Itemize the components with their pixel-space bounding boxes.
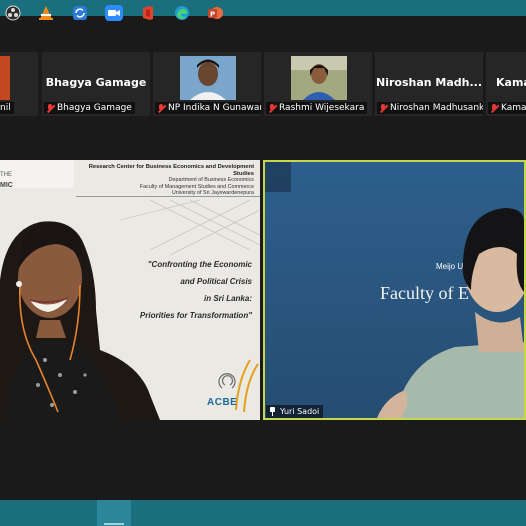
participant-name: Niroshan Madhusank...: [390, 103, 483, 113]
participant-name: Kamal: [501, 103, 526, 113]
slide-header: Research Center for Business Economics a…: [76, 164, 260, 197]
participant-tile[interactable]: NP Indika N Gunawar...: [153, 52, 261, 116]
taskbar: [0, 500, 526, 526]
speaker-name-tag: Yuri Sadoi: [266, 405, 324, 418]
powerpoint-icon[interactable]: P: [205, 3, 225, 23]
slide-divider: [76, 196, 260, 197]
participant-tile[interactable]: Niroshan Madh... Niroshan Madhusank...: [375, 52, 483, 116]
participant-tile[interactable]: Rashmi Wijesekara: [264, 52, 372, 116]
slide-title-line: "Confronting the Economic: [147, 260, 252, 269]
slide-title-line: Priorities for Transformation": [139, 311, 252, 320]
person-photo: [180, 56, 236, 100]
slide-title-line: in Sri Lanka:: [203, 294, 252, 303]
mic-muted-icon: [379, 103, 387, 113]
speaker-name: Yuri Sadoi: [280, 407, 320, 416]
slide-title: "Confronting the Economic and Political …: [128, 256, 252, 324]
participant-caption: Bhagya Gamage: [44, 102, 135, 114]
slide-fragment-text: MIC: [0, 182, 13, 189]
participant-video: [291, 56, 347, 100]
slide-fragment-text: THE: [0, 172, 12, 178]
slide-org-title: Research Center for Business Economics a…: [88, 164, 254, 177]
mic-muted-icon: [268, 103, 276, 113]
slide-faculty: Faculty of Management Studies and Commer…: [139, 183, 254, 190]
participant-caption: Kamal: [488, 102, 526, 114]
slide-department: Department of Business Economics: [168, 177, 254, 184]
participant-caption: Rashmi Wijesekara: [266, 102, 368, 114]
mic-muted-icon: [157, 103, 165, 113]
mic-muted-icon: [46, 103, 54, 113]
participant-tile[interactable]: Kamal Kamal: [486, 52, 526, 116]
participant-strip: nil Bhagya Gamage Bhagya Gamage NP Indik…: [0, 52, 526, 116]
participant-display-name: Bhagya Gamage: [45, 76, 147, 89]
vlc-icon[interactable]: [36, 3, 56, 23]
participant-name: Bhagya Gamage: [57, 103, 132, 113]
svg-text:P: P: [210, 11, 215, 19]
pin-icon: [269, 407, 276, 416]
participant-name: Rashmi Wijesekara: [279, 103, 365, 113]
video-thumbnail: [0, 56, 10, 100]
participant-name: NP Indika N Gunawar...: [168, 103, 261, 113]
participant-caption: NP Indika N Gunawar...: [155, 102, 261, 114]
participant-caption: nil: [0, 102, 14, 114]
participant-tile[interactable]: nil: [0, 52, 38, 116]
obs-icon[interactable]: [3, 3, 23, 23]
edge-icon[interactable]: [172, 3, 192, 23]
participant-caption: Niroshan Madhusank...: [377, 102, 483, 114]
participant-display-name: Kamal: [496, 76, 526, 89]
background-sign-text: Faculty of E: [380, 283, 469, 303]
participant-tile[interactable]: Bhagya Gamage Bhagya Gamage: [42, 52, 150, 116]
zoom-icon[interactable]: [104, 3, 124, 23]
mic-muted-icon: [490, 103, 498, 113]
taskbar-active-indicator: [104, 523, 124, 525]
acbe-logo: ACBE: [207, 397, 238, 408]
background-sign-text: Meijo U: [436, 262, 464, 271]
person-photo: [291, 56, 347, 100]
sync-icon[interactable]: [70, 3, 90, 23]
slide-title-line: and Political Crisis: [180, 277, 252, 286]
participant-name: nil: [0, 103, 11, 113]
office-icon[interactable]: [138, 3, 158, 23]
participant-display-name: Niroshan Madh...: [375, 76, 483, 89]
participant-video: [180, 56, 236, 100]
